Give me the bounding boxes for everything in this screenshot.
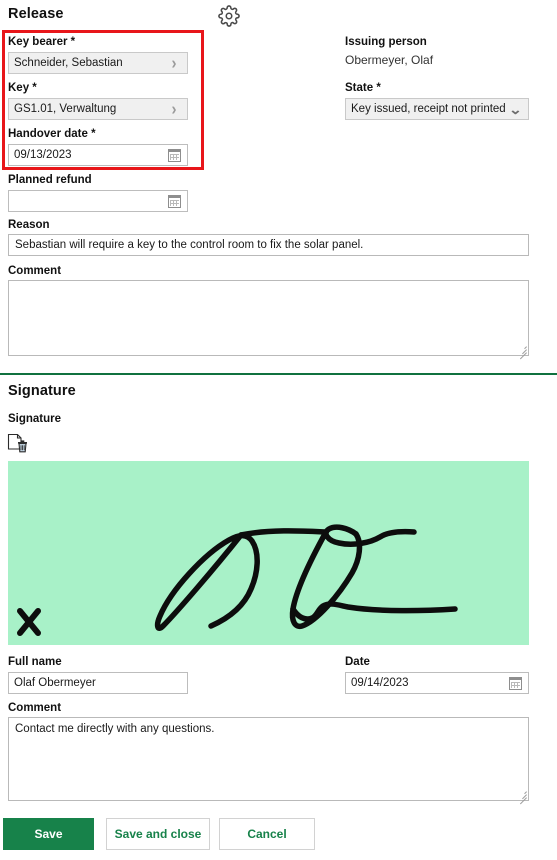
resize-grip-icon[interactable] [517,344,527,360]
full-name-input[interactable]: Olaf Obermeyer [8,672,188,694]
reason-value: Sebastian will require a key to the cont… [15,239,364,251]
save-button[interactable]: Save [3,818,94,850]
handover-date-input[interactable]: 09/13/2023 [8,144,188,166]
chevron-right-icon[interactable]: › [166,54,182,71]
reason-label: Reason [8,219,50,231]
gear-icon[interactable] [218,5,240,27]
cancel-button[interactable]: Cancel [219,818,315,850]
key-value: GS1.01, Verwaltung [14,103,117,115]
calendar-icon[interactable] [507,675,523,691]
chevron-down-icon[interactable]: ⌄ [507,101,523,117]
state-select[interactable]: Key issued, receipt not printed ⌄ [345,98,529,120]
key-input[interactable]: GS1.01, Verwaltung › [8,98,188,120]
calendar-icon[interactable] [166,147,182,163]
signature-date-input[interactable]: 09/14/2023 [345,672,529,694]
handover-date-value: 09/13/2023 [14,149,72,161]
handover-date-label: Handover date * [8,128,96,140]
section-divider [0,373,557,375]
chevron-right-icon[interactable]: › [166,100,182,117]
signature-comment-value: Contact me directly with any questions. [15,723,215,735]
signature-comment-label: Comment [8,702,62,714]
key-bearer-label: Key bearer * [8,36,76,48]
full-name-label: Full name [8,656,62,668]
state-value: Key issued, receipt not printed [351,103,506,115]
signature-comment-textarea[interactable]: Contact me directly with any questions. [8,717,529,805]
signature-pad[interactable] [8,461,529,645]
release-comment-label: Comment [8,265,62,277]
key-bearer-value: Schneider, Sebastian [14,57,123,69]
full-name-value: Olaf Obermeyer [14,677,96,689]
planned-refund-input[interactable] [8,190,188,212]
key-label: Key * [8,82,37,94]
calendar-icon[interactable] [166,193,182,209]
reason-input[interactable]: Sebastian will require a key to the cont… [8,234,529,256]
state-label: State * [345,82,381,94]
issuing-person-value: Obermeyer, Olaf [345,53,434,67]
signature-section-title: Signature [8,383,76,399]
key-bearer-input[interactable]: Schneider, Sebastian › [8,52,188,74]
clear-signature-icon[interactable] [6,432,30,454]
issuing-person-label: Issuing person [345,36,427,48]
release-section-title: Release [8,6,64,22]
save-and-close-button[interactable]: Save and close [106,818,210,850]
resize-grip-icon[interactable] [517,789,527,805]
signature-label: Signature [8,413,62,425]
signature-date-value: 09/14/2023 [351,677,409,689]
signature-date-label: Date [345,656,370,668]
release-comment-textarea[interactable] [8,280,529,360]
planned-refund-label: Planned refund [8,174,92,186]
